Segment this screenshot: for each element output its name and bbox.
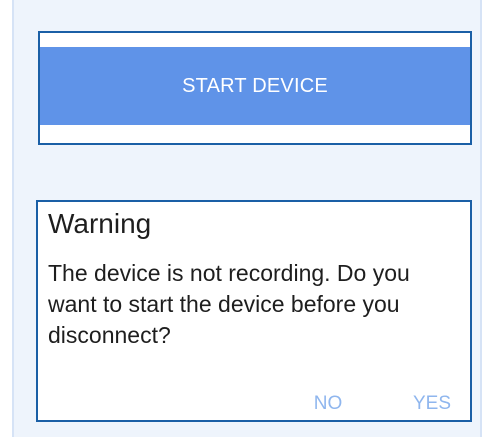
app-screen: START DEVICE Warning The device is not r… — [0, 0, 489, 437]
dialog-title: Warning — [48, 208, 152, 239]
start-device-card: START DEVICE — [38, 31, 472, 145]
warning-dialog: Warning The device is not recording. Do … — [36, 200, 472, 422]
dialog-actions: NO YES — [38, 388, 470, 420]
yes-button[interactable]: YES — [406, 388, 458, 420]
no-button[interactable]: NO — [306, 388, 350, 420]
dialog-message: The device is not recording. Do you want… — [48, 260, 410, 348]
start-device-button[interactable]: START DEVICE — [40, 47, 470, 125]
